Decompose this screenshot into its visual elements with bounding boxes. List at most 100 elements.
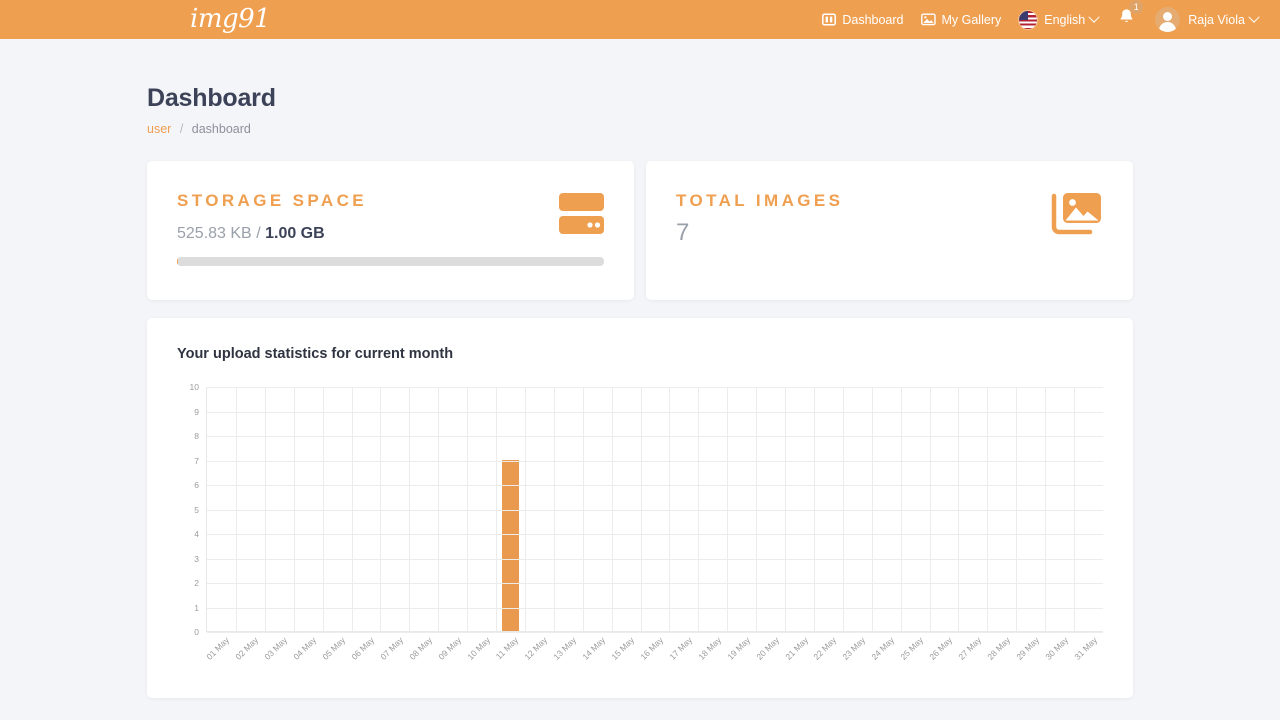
nav-item-dashboard[interactable]: Dashboard (822, 13, 904, 27)
chart-y-tick-label: 10 (189, 382, 199, 392)
chart-gridline-v (582, 387, 584, 631)
chart-x-tick-label: 28 May (985, 635, 1012, 662)
chart-x-tick-label: 12 May (522, 635, 550, 662)
chart-title: Your upload statistics for current month (177, 346, 454, 362)
chart-gridline-v (987, 387, 989, 631)
chart-x-tick-label: 10 May (464, 635, 492, 662)
avatar (1155, 7, 1181, 32)
chart-y-tick-label: 9 (194, 406, 199, 417)
chart-x-tick-label: 26 May (927, 635, 955, 662)
chart-x-tick-label: 23 May (840, 635, 868, 662)
chart-gridline-v (756, 387, 758, 631)
user-menu[interactable]: Raja Viola (1135, 7, 1260, 32)
navbar-right-group: Dashboard My Gallery English 1 Raja Viol… (805, 0, 1280, 39)
chart-gridline-h (207, 509, 1103, 511)
chart-gridline-v (496, 387, 498, 631)
chart-x-tick-label: 13 May (551, 635, 579, 662)
chart-x-tick-label: 27 May (956, 635, 983, 662)
images-icon (1050, 191, 1103, 241)
server-icon (559, 191, 604, 242)
chart-gridline-v (380, 387, 382, 631)
storage-progress-bar (177, 257, 604, 266)
chevron-down-icon (1088, 11, 1100, 23)
chart-x-tick-label: 18 May (696, 635, 723, 662)
columns-icon (822, 13, 837, 26)
chart-x-tick-label: 21 May (782, 635, 810, 662)
image-icon (920, 13, 936, 26)
chart-x-tick-label: 31 May (1071, 635, 1099, 662)
chart-x-tick-label: 17 May (667, 635, 694, 662)
chart-x-tick-label: 03 May (262, 635, 290, 662)
breadcrumb-separator: / (179, 122, 184, 136)
chart-gridline-v (698, 387, 700, 631)
chart-gridline-v (351, 387, 353, 631)
chart-x-tick-label: 07 May (378, 635, 405, 662)
chart-gridline-v (813, 387, 815, 631)
chart-x-tick-label: 08 May (407, 635, 434, 662)
chart-gridline-v (929, 387, 931, 631)
chart-x-tick-label: 22 May (811, 635, 839, 662)
chart-x-tick-label: 01 May (204, 635, 232, 662)
chart-y-tick-label: 6 (194, 480, 199, 490)
storage-space-title: STORAGE SPACE (177, 191, 367, 210)
chart-gridline-v (438, 387, 440, 631)
chart-gridline-v (640, 387, 642, 631)
notifications-button[interactable]: 1 (1118, 0, 1144, 31)
breadcrumb: user / dashboard (147, 122, 1133, 136)
upload-statistics-card: Your upload statistics for current month… (147, 318, 1133, 698)
chart-x-tick-label: 29 May (1014, 635, 1041, 662)
chart-x-tick-label: 30 May (1042, 635, 1070, 662)
chart-gridline-v (1074, 387, 1076, 631)
chart-y-tick-label: 2 (194, 578, 199, 588)
chart-gridline-v (900, 387, 902, 631)
chart-y-tick-label: 1 (194, 602, 199, 613)
chart-gridline-v (1016, 387, 1018, 631)
chart-gridline-v (293, 387, 295, 631)
total-images-title: TOTAL IMAGES (676, 191, 844, 210)
storage-space-value: 525.83 KB / 1.00 GB (177, 225, 604, 243)
breadcrumb-current: dashboard (191, 122, 251, 136)
breadcrumb-root[interactable]: user (147, 122, 171, 136)
chart-x-tick-label: 02 May (233, 635, 261, 662)
chart-x-tick-label: 04 May (291, 635, 319, 662)
brand-logo[interactable]: img91 (190, 0, 271, 39)
chart-x-tick-label: 16 May (638, 635, 666, 662)
storage-space-card: STORAGE SPACE 525.83 KB / 1.00 GB (147, 161, 634, 300)
chart-gridline-v (842, 387, 844, 631)
chart-x-axis: 01 May 02 May 03 May 04 May 05 May 06 May 07 M… (204, 635, 1103, 680)
chart-gridline-h (207, 485, 1103, 486)
chart-x-tick-label: 20 May (753, 635, 781, 662)
chart-canvas (206, 387, 1103, 633)
storage-total: 1.00 GB (265, 225, 325, 242)
chart-gridline-v (524, 387, 526, 631)
chart-gridline-v (785, 387, 787, 631)
chart-gridline-h (207, 583, 1103, 584)
top-navbar: img91 Dashboard My Gallery English 1 Raj… (0, 0, 1280, 39)
chart-gridline-h (207, 387, 1103, 388)
chart-y-tick-label: 8 (194, 431, 199, 441)
chart-gridline-v (611, 387, 613, 631)
chart-y-axis: 0 1 2 3 4 5 6 7 8 9 10 (177, 382, 199, 637)
chart-x-tick-label: 24 May (869, 635, 897, 662)
chart-gridline-v (553, 387, 555, 631)
total-images-card: TOTAL IMAGES 7 (646, 161, 1133, 300)
nav-item-my-gallery[interactable]: My Gallery (920, 13, 1001, 27)
total-images-count: 7 (676, 219, 690, 246)
chart-plot-area: 0 1 2 3 4 5 6 7 8 9 10 01 May 02 May 03 May 04 May 05 … (177, 382, 1103, 680)
language-label: English (1044, 12, 1086, 27)
chart-gridline-h (207, 632, 1103, 633)
chart-gridline-v (727, 387, 729, 631)
chart-y-tick-label: 4 (194, 529, 199, 539)
chart-gridline-v (1045, 387, 1047, 631)
storage-separator: / (256, 225, 261, 242)
stat-cards-row: STORAGE SPACE 525.83 KB / 1.00 GB TOTAL … (147, 161, 1133, 300)
user-name-label: Raja Viola (1188, 12, 1245, 27)
chart-x-tick-label: 05 May (320, 635, 348, 662)
chart-gridline-h (207, 607, 1103, 609)
chart-x-tick-label: 11 May (494, 635, 521, 662)
chart-x-tick-label: 06 May (349, 635, 377, 662)
page-container: Dashboard user / dashboard STORAGE SPACE… (0, 39, 1280, 698)
language-selector[interactable]: English (1018, 9, 1100, 30)
chart-gridline-v (871, 387, 873, 631)
page-title: Dashboard (147, 84, 276, 112)
